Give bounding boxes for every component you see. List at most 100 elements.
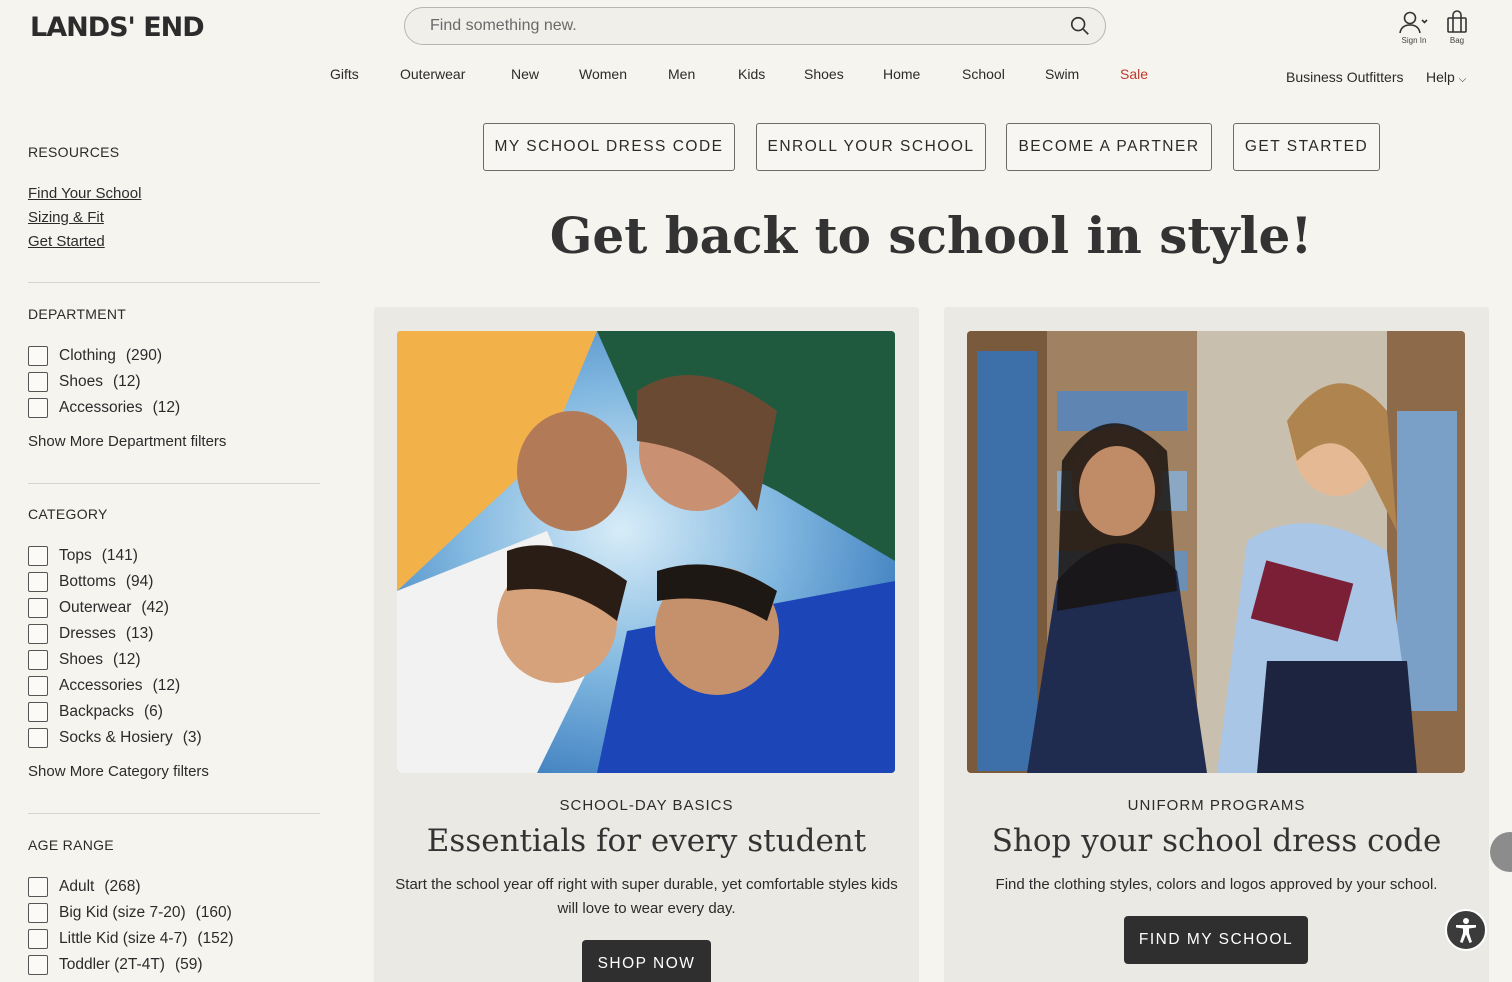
filter-label: Clothing (59, 347, 116, 364)
filter-label: Accessories (59, 399, 143, 416)
filter-cat-bottoms[interactable]: Bottoms (94) (28, 572, 153, 592)
user-icon (1399, 11, 1428, 34)
nav-item-shoes[interactable]: Shoes (804, 66, 844, 82)
filter-cat-socks-hosiery[interactable]: Socks & Hosiery (3) (28, 728, 202, 748)
nav-item-new[interactable]: New (511, 66, 539, 82)
filter-count: (160) (195, 904, 232, 921)
show-more-department[interactable]: Show More Department filters (28, 433, 226, 450)
students-huddle-image[interactable] (397, 331, 895, 773)
card-description: Start the school year off right with sup… (395, 876, 898, 917)
age-range-title: AGE RANGE (28, 837, 114, 853)
checkbox[interactable] (28, 546, 48, 566)
nav-business-outfitters[interactable]: Business Outfitters (1286, 69, 1404, 85)
nav-item-women[interactable]: Women (579, 66, 627, 82)
nav-item-men[interactable]: Men (668, 66, 695, 82)
filter-count: (13) (125, 625, 154, 642)
checkbox[interactable] (28, 903, 48, 923)
filter-count: (12) (112, 651, 141, 668)
nav-item-sale[interactable]: Sale (1120, 66, 1148, 82)
checkbox[interactable] (28, 624, 48, 644)
filter-count: (141) (101, 547, 138, 564)
filter-cat-accessories[interactable]: Accessories (12) (28, 676, 180, 696)
resources-title: RESOURCES (28, 144, 120, 160)
promo-card-essentials: SCHOOL-DAY BASICS Essentials for every s… (374, 307, 919, 982)
chevron-down-icon: ⌵ (1458, 74, 1467, 85)
checkbox[interactable] (28, 728, 48, 748)
checkbox[interactable] (28, 572, 48, 592)
search-icon[interactable] (1069, 15, 1091, 37)
checkbox[interactable] (28, 598, 48, 618)
checkbox[interactable] (28, 398, 48, 418)
card-title: Shop your school dress code (991, 823, 1442, 859)
filter-dept-clothing[interactable]: Clothing (290) (28, 346, 162, 366)
filter-label: Shoes (59, 651, 103, 668)
checkbox[interactable] (28, 346, 48, 366)
nav-item-swim[interactable]: Swim (1045, 66, 1079, 82)
accessibility-button[interactable] (1445, 909, 1487, 951)
my-school-dress-code-button[interactable]: MY SCHOOL DRESS CODE (483, 123, 735, 171)
checkbox[interactable] (28, 877, 48, 897)
shopping-bag-icon (1447, 10, 1467, 33)
checkbox[interactable] (28, 372, 48, 392)
filter-age-toddler[interactable]: Toddler (2T-4T) (59) (28, 955, 203, 975)
find-my-school-button[interactable]: FIND MY SCHOOL (1124, 916, 1308, 964)
link-get-started[interactable]: Get Started (28, 233, 105, 250)
filter-count: (42) (141, 599, 169, 616)
filter-count: (94) (125, 573, 154, 590)
enroll-your-school-button[interactable]: ENROLL YOUR SCHOOL (756, 123, 986, 171)
search-input[interactable] (430, 17, 1069, 35)
filter-label: Accessories (59, 677, 143, 694)
filter-label: Dresses (59, 625, 116, 642)
checkbox[interactable] (28, 650, 48, 670)
filter-cat-tops[interactable]: Tops (141) (28, 546, 138, 566)
nav-item-gifts[interactable]: Gifts (330, 66, 359, 82)
filter-dept-shoes[interactable]: Shoes (12) (28, 372, 141, 392)
filter-count: (6) (143, 703, 163, 720)
become-a-partner-button[interactable]: BECOME A PARTNER (1006, 123, 1212, 171)
sign-in-button[interactable]: Sign In (1398, 10, 1430, 45)
filter-cat-shoes[interactable]: Shoes (12) (28, 650, 141, 670)
filter-count: (268) (104, 878, 141, 895)
filter-cat-outerwear[interactable]: Outerwear (42) (28, 598, 169, 618)
nav-item-outerwear[interactable]: Outerwear (400, 66, 465, 82)
nav-help[interactable]: Help ⌵ (1426, 69, 1466, 85)
nav-item-kids[interactable]: Kids (738, 66, 765, 82)
filter-count: (3) (182, 729, 202, 746)
filter-age-little-kid[interactable]: Little Kid (size 4-7) (152) (28, 929, 234, 949)
card-kicker: SCHOOL-DAY BASICS (559, 797, 734, 814)
filter-count: (152) (197, 930, 234, 947)
accessibility-icon (1456, 918, 1476, 943)
card-kicker: UNIFORM PROGRAMS (1127, 797, 1306, 814)
divider (28, 483, 320, 484)
get-started-button[interactable]: GET STARTED (1233, 123, 1380, 171)
category-title: CATEGORY (28, 506, 108, 522)
filter-label: Backpacks (59, 703, 134, 720)
filter-count: (12) (152, 677, 181, 694)
filter-label: Adult (59, 878, 95, 895)
students-library-image[interactable] (967, 331, 1465, 773)
filter-label: Tops (59, 547, 92, 564)
filter-age-adult[interactable]: Adult (268) (28, 877, 141, 897)
filter-dept-accessories[interactable]: Accessories (12) (28, 398, 180, 418)
link-sizing-fit[interactable]: Sizing & Fit (28, 209, 104, 226)
filter-age-big-kid[interactable]: Big Kid (size 7-20) (160) (28, 903, 232, 923)
search-bar[interactable] (404, 7, 1106, 45)
brand-logo[interactable]: LANDS' END (30, 12, 205, 43)
checkbox[interactable] (28, 676, 48, 696)
checkbox[interactable] (28, 929, 48, 949)
filter-count: (12) (112, 373, 141, 390)
filter-cat-backpacks[interactable]: Backpacks (6) (28, 702, 163, 722)
sign-in-label: Sign In (1401, 36, 1427, 45)
show-more-category[interactable]: Show More Category filters (28, 763, 209, 780)
link-find-your-school[interactable]: Find Your School (28, 185, 141, 202)
checkbox[interactable] (28, 955, 48, 975)
nav-item-home[interactable]: Home (883, 66, 920, 82)
bag-button[interactable]: Bag (1446, 10, 1468, 45)
feedback-tab[interactable] (1490, 832, 1512, 872)
filter-cat-dresses[interactable]: Dresses (13) (28, 624, 153, 644)
shop-now-button[interactable]: SHOP NOW (582, 940, 711, 982)
nav-item-school[interactable]: School (962, 66, 1005, 82)
checkbox[interactable] (28, 702, 48, 722)
help-label: Help (1426, 69, 1455, 85)
filter-count: (12) (152, 399, 181, 416)
